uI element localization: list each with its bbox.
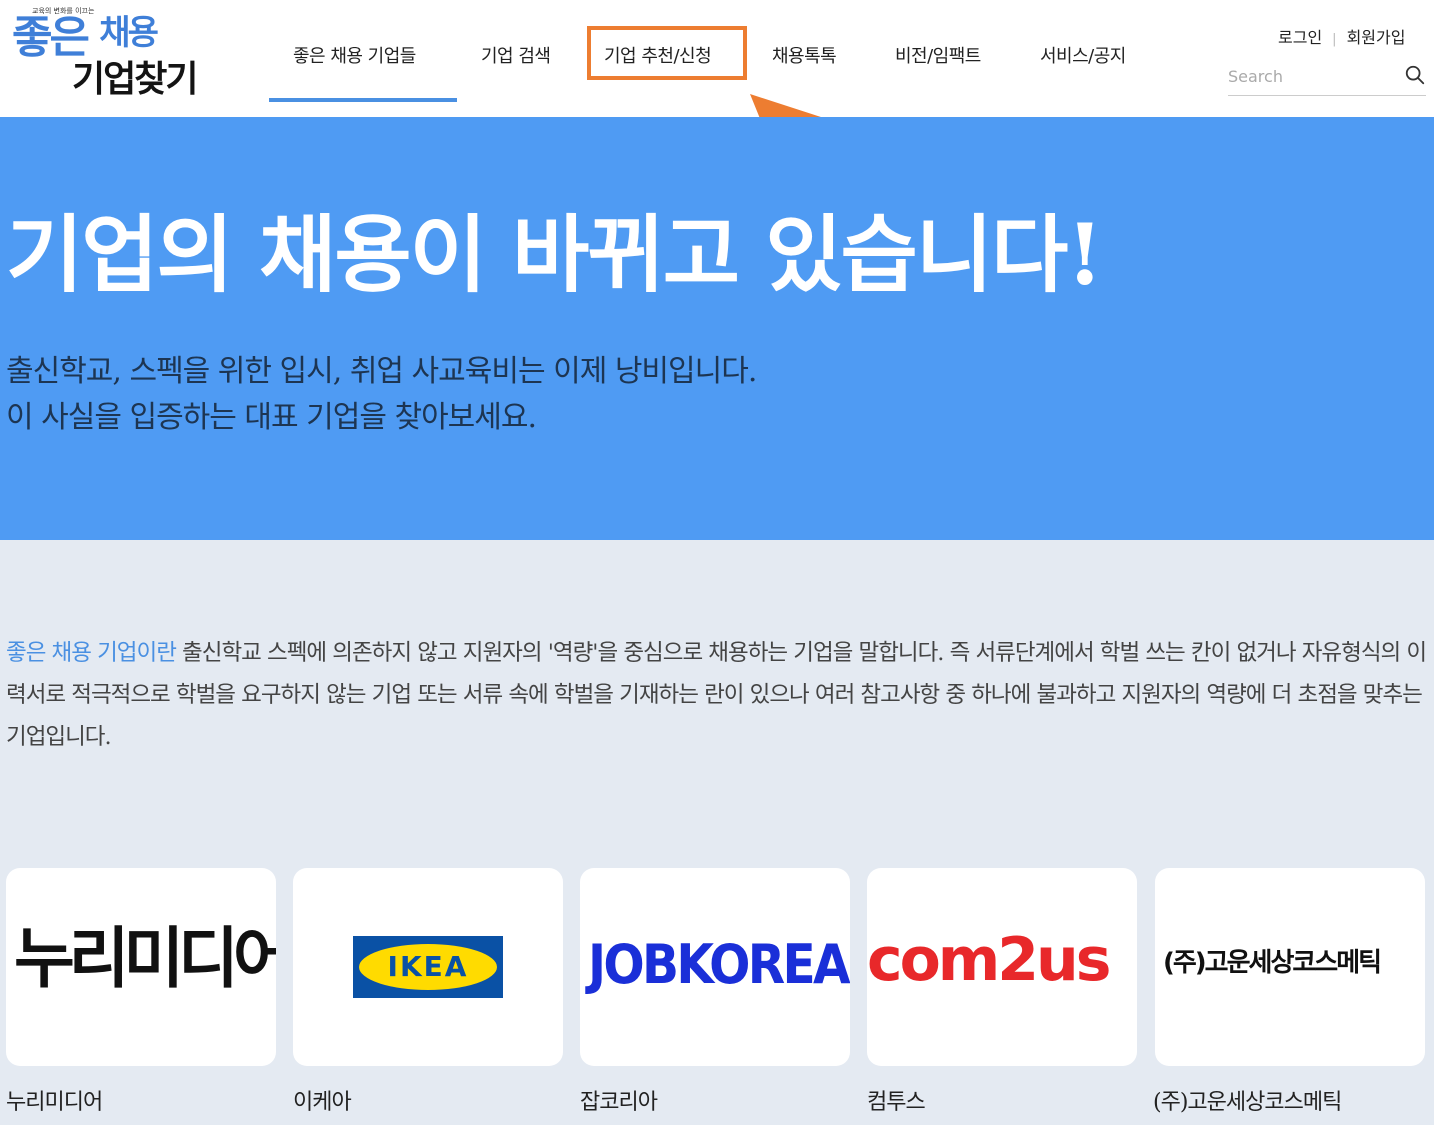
company-card-com2us[interactable]: com2us — [867, 868, 1137, 1066]
kowoon-logo: (주)고운세상코스메틱 — [1163, 948, 1382, 978]
com2us-logo: com2us — [867, 925, 1111, 995]
nav-item-good-companies[interactable]: 좋은 채용 기업들 — [293, 42, 416, 68]
nav-item-vision-impact[interactable]: 비전/임팩트 — [895, 42, 981, 68]
search-box — [1228, 58, 1426, 96]
company-name[interactable]: 컴투스 — [867, 1084, 926, 1116]
company-card-ikea[interactable]: IKEA — [293, 868, 563, 1066]
search-icon[interactable] — [1404, 64, 1426, 86]
link-divider: | — [1332, 32, 1337, 47]
site-logo[interactable]: 교육의 변화를 이끄는 좋은 채용 기업찾기 — [12, 4, 212, 114]
site-header: 교육의 변화를 이끄는 좋은 채용 기업찾기 좋은 채용 기업들 기업 검색 기… — [0, 0, 1434, 117]
nav-active-underline — [269, 98, 457, 102]
nav-item-service-notice[interactable]: 서비스/공지 — [1040, 42, 1126, 68]
login-link[interactable]: 로그인 — [1278, 28, 1322, 47]
nav-item-recruit-talk[interactable]: 채용톡톡 — [772, 42, 837, 68]
company-card-nurimedia[interactable]: 누리미디어 — [6, 868, 276, 1066]
company-card-jobkorea[interactable]: JOBKOREA — [580, 868, 850, 1066]
account-links: 로그인 | 회원가입 — [1278, 24, 1405, 48]
intro-text: 출신학교 스펙에 의존하지 않고 지원자의 '역량'을 중심으로 채용하는 기업… — [6, 640, 1427, 750]
hero-title: 기업의 채용이 바뀌고 있습니다! — [6, 205, 1103, 304]
signup-link[interactable]: 회원가입 — [1347, 28, 1406, 47]
company-name[interactable]: 이케아 — [293, 1084, 352, 1116]
ikea-logo-oval: IKEA — [359, 944, 497, 990]
company-name[interactable]: 누리미디어 — [6, 1084, 103, 1116]
nurimedia-logo: 누리미디어 — [14, 920, 276, 997]
hero-subtitle-line1: 출신학교, 스펙을 위한 입시, 취업 사교육비는 이제 낭비입니다. — [6, 354, 757, 389]
hero-subtitle: 출신학교, 스펙을 위한 입시, 취업 사교육비는 이제 낭비입니다. 이 사실… — [6, 349, 757, 441]
logo-line1: 좋은 채용 — [12, 12, 159, 63]
hero-banner: 기업의 채용이 바뀌고 있습니다! 출신학교, 스펙을 위한 입시, 취업 사교… — [0, 117, 1434, 540]
company-name[interactable]: 잡코리아 — [580, 1084, 658, 1116]
company-name[interactable]: (주)고운세상코스메틱 — [1153, 1084, 1342, 1116]
company-card-kowoon[interactable]: (주)고운세상코스메틱 — [1155, 868, 1425, 1066]
hero-subtitle-line2: 이 사실을 입증하는 대표 기업을 찾아보세요. — [6, 400, 537, 435]
jobkorea-logo: JOBKOREA — [588, 933, 850, 996]
intro-description: 좋은 채용 기업이란 출신학교 스펙에 의존하지 않고 지원자의 '역량'을 중… — [6, 632, 1430, 758]
nav-item-company-search[interactable]: 기업 검색 — [481, 42, 551, 68]
intro-highlight: 좋은 채용 기업이란 — [6, 640, 177, 666]
search-input[interactable] — [1228, 62, 1398, 90]
nav-highlight-box — [587, 26, 747, 80]
company-card-list: 누리미디어 누리미디어 IKEA 이케아 JOBKOREA 잡코리아 com2u… — [0, 868, 1434, 1125]
logo-line2: 기업찾기 — [72, 59, 198, 100]
ikea-logo-text: IKEA — [387, 950, 469, 983]
ikea-logo: IKEA — [353, 936, 503, 998]
